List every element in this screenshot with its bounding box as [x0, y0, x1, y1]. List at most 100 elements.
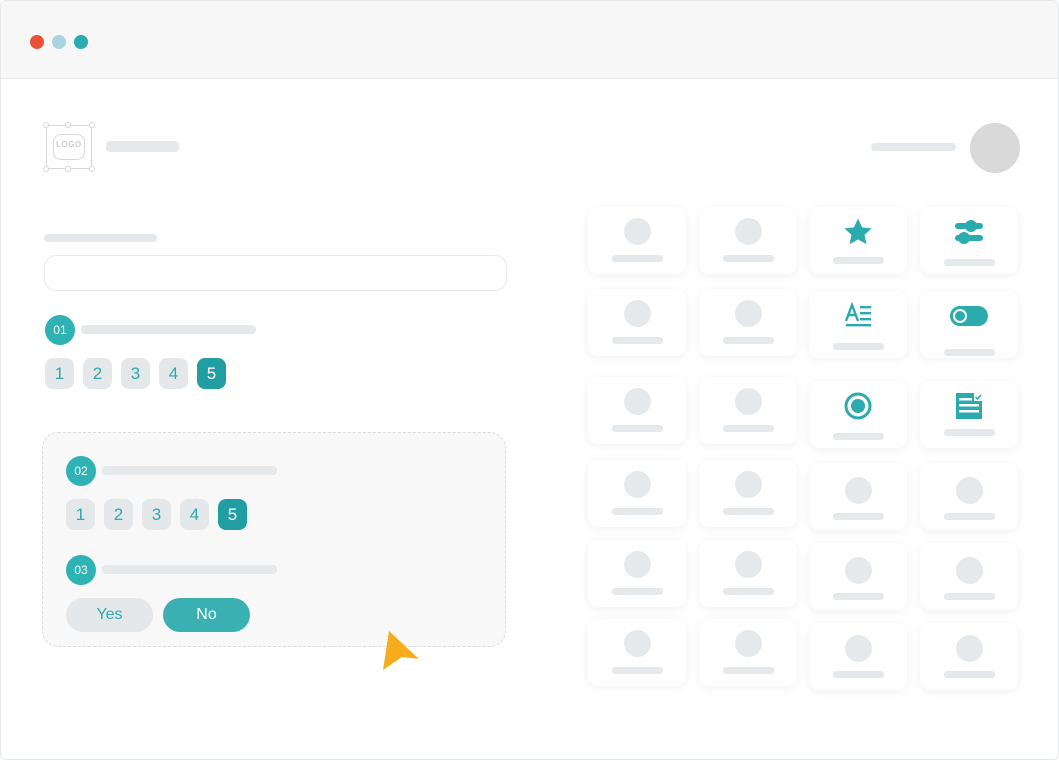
question-number-badge: 01 [45, 315, 75, 345]
palette-item-form[interactable] [920, 381, 1018, 448]
rating-option[interactable]: 3 [142, 499, 171, 530]
palette-item[interactable] [588, 540, 686, 607]
resize-handle-icon [65, 166, 71, 172]
placeholder-icon [845, 477, 872, 504]
item-label-placeholder [723, 588, 774, 595]
field-label-placeholder [44, 234, 157, 242]
placeholder-icon [624, 218, 651, 245]
rating-option[interactable]: 1 [66, 499, 95, 530]
rating-option-selected[interactable]: 5 [218, 499, 247, 530]
item-label-placeholder [833, 343, 884, 350]
item-label-placeholder [612, 425, 663, 432]
palette-item[interactable] [588, 460, 686, 527]
form-icon [920, 391, 1018, 421]
star-icon [809, 217, 907, 247]
rating-option[interactable]: 3 [121, 358, 150, 389]
placeholder-icon [735, 630, 762, 657]
palette-item-toggle[interactable] [920, 291, 1018, 358]
site-title-placeholder [106, 141, 179, 152]
text-field[interactable] [44, 255, 507, 291]
resize-handle-icon [43, 166, 49, 172]
item-label-placeholder [723, 425, 774, 432]
palette-item[interactable] [920, 543, 1018, 610]
placeholder-icon [624, 300, 651, 327]
placeholder-icon [735, 218, 762, 245]
palette-item[interactable] [699, 207, 797, 274]
maximize-window-button[interactable] [74, 35, 88, 49]
logo: LOGO [43, 122, 95, 172]
browser-window: LOGO 01 1 2 3 4 5 02 1 2 3 4 5 03 Yes No [0, 0, 1059, 760]
placeholder-icon [845, 635, 872, 662]
question-label-placeholder [81, 325, 256, 334]
sliders-icon [920, 217, 1018, 247]
rating-option[interactable]: 2 [104, 499, 133, 530]
placeholder-icon [624, 388, 651, 415]
rating-option[interactable]: 4 [180, 499, 209, 530]
question-number-badge: 02 [66, 456, 96, 486]
item-label-placeholder [723, 508, 774, 515]
palette-item[interactable] [920, 463, 1018, 530]
question-label-placeholder [102, 565, 277, 574]
palette-item[interactable] [809, 463, 907, 530]
item-label-placeholder [612, 508, 663, 515]
placeholder-icon [735, 388, 762, 415]
question-label-placeholder [102, 466, 277, 475]
item-label-placeholder [944, 259, 995, 266]
item-label-placeholder [612, 255, 663, 262]
placeholder-icon [735, 471, 762, 498]
no-button[interactable]: No [163, 598, 250, 632]
item-label-placeholder [944, 349, 995, 356]
rating-scale: 1 2 3 4 5 [66, 499, 247, 530]
palette-item[interactable] [809, 623, 907, 690]
resize-handle-icon [43, 122, 49, 128]
toggle-icon [920, 301, 1018, 331]
rating-option[interactable]: 4 [159, 358, 188, 389]
placeholder-icon [845, 557, 872, 584]
item-label-placeholder [944, 429, 995, 436]
palette-item[interactable] [588, 289, 686, 356]
resize-handle-icon [89, 166, 95, 172]
palette-item[interactable] [699, 377, 797, 444]
title-bar [1, 1, 1058, 79]
rating-option[interactable]: 2 [83, 358, 112, 389]
close-window-button[interactable] [30, 35, 44, 49]
yes-button[interactable]: Yes [66, 598, 153, 632]
placeholder-icon [624, 471, 651, 498]
question-number-badge: 03 [66, 555, 96, 585]
avatar[interactable] [970, 123, 1020, 173]
palette-item[interactable] [588, 377, 686, 444]
item-label-placeholder [612, 337, 663, 344]
item-label-placeholder [944, 593, 995, 600]
item-label-placeholder [833, 671, 884, 678]
item-label-placeholder [723, 255, 774, 262]
resize-handle-icon [65, 122, 71, 128]
minimize-window-button[interactable] [52, 35, 66, 49]
palette-item[interactable] [699, 289, 797, 356]
text-format-icon [809, 301, 907, 331]
palette-item[interactable] [699, 540, 797, 607]
palette-item[interactable] [699, 619, 797, 686]
logo-text: LOGO [56, 140, 82, 149]
palette-item-slider[interactable] [920, 207, 1018, 274]
user-name-placeholder [871, 143, 956, 151]
palette-item-text[interactable] [809, 291, 907, 358]
rating-scale: 1 2 3 4 5 [45, 358, 226, 389]
placeholder-icon [624, 630, 651, 657]
placeholder-icon [735, 300, 762, 327]
item-label-placeholder [944, 513, 995, 520]
palette-item[interactable] [920, 623, 1018, 690]
palette-item[interactable] [588, 207, 686, 274]
rating-option[interactable]: 1 [45, 358, 74, 389]
radio-icon [809, 391, 907, 421]
palette-item[interactable] [809, 543, 907, 610]
item-label-placeholder [833, 433, 884, 440]
item-label-placeholder [612, 667, 663, 674]
palette-item[interactable] [588, 619, 686, 686]
rating-option-selected[interactable]: 5 [197, 358, 226, 389]
placeholder-icon [956, 477, 983, 504]
palette-item-rating[interactable] [809, 207, 907, 274]
palette-item[interactable] [699, 460, 797, 527]
palette-item-radio[interactable] [809, 381, 907, 448]
placeholder-icon [956, 557, 983, 584]
placeholder-icon [624, 551, 651, 578]
